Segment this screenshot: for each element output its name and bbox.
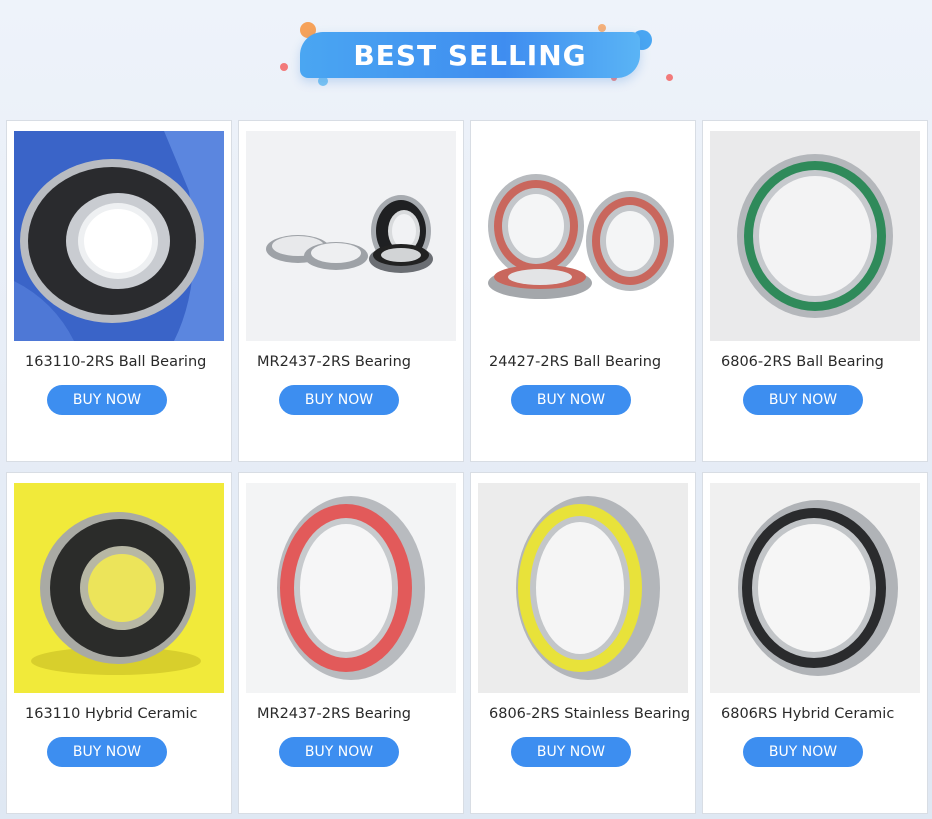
product-card[interactable]: 163110-2RS Ball Bearing BUY NOW — [6, 120, 232, 462]
product-image[interactable] — [478, 483, 688, 693]
hybrid-ceramic-bearing-icon — [14, 483, 224, 693]
ball-bearing-icon — [14, 131, 224, 341]
product-image[interactable] — [710, 483, 920, 693]
product-title[interactable]: MR2437-2RS Bearing — [257, 354, 462, 370]
black-seal-bearing-icon — [710, 483, 920, 693]
page-title: BEST SELLING — [353, 38, 587, 72]
product-image[interactable] — [14, 131, 224, 341]
product-card[interactable]: MR2437-2RS Bearing BUY NOW — [238, 472, 464, 814]
buy-now-button[interactable]: BUY NOW — [47, 385, 167, 415]
buy-now-button[interactable]: BUY NOW — [279, 737, 399, 767]
product-card[interactable]: 24427-2RS Ball Bearing BUY NOW — [470, 120, 696, 462]
product-title[interactable]: 6806-2RS Ball Bearing — [721, 354, 926, 370]
product-image[interactable] — [710, 131, 920, 341]
decor-dot — [598, 24, 606, 32]
product-card[interactable]: MR2437-2RS Bearing BUY NOW — [238, 120, 464, 462]
product-image[interactable] — [246, 131, 456, 341]
product-title[interactable]: 6806-2RS Stainless Bearing — [489, 706, 694, 722]
product-card[interactable]: 6806-2RS Ball Bearing BUY NOW — [702, 120, 928, 462]
decor-dot — [280, 63, 288, 71]
red-seal-bearings-icon — [478, 131, 688, 341]
product-title[interactable]: MR2437-2RS Bearing — [257, 706, 462, 722]
buy-now-button[interactable]: BUY NOW — [279, 385, 399, 415]
product-card[interactable]: 6806RS Hybrid Ceramic BUY NOW — [702, 472, 928, 814]
product-image[interactable] — [14, 483, 224, 693]
product-card[interactable]: 163110 Hybrid Ceramic BUY NOW — [6, 472, 232, 814]
product-title[interactable]: 163110-2RS Ball Bearing — [25, 354, 230, 370]
best-selling-banner: BEST SELLING — [300, 32, 640, 78]
bearings-group-icon — [246, 131, 456, 341]
buy-now-button[interactable]: BUY NOW — [511, 737, 631, 767]
buy-now-button[interactable]: BUY NOW — [511, 385, 631, 415]
product-image[interactable] — [246, 483, 456, 693]
buy-now-button[interactable]: BUY NOW — [47, 737, 167, 767]
green-seal-bearing-icon — [710, 131, 920, 341]
header: BEST SELLING — [0, 0, 932, 110]
product-title[interactable]: 6806RS Hybrid Ceramic — [721, 706, 926, 722]
product-title[interactable]: 163110 Hybrid Ceramic — [25, 706, 230, 722]
buy-now-button[interactable]: BUY NOW — [743, 737, 863, 767]
product-image[interactable] — [478, 131, 688, 341]
decor-dot — [666, 74, 673, 81]
buy-now-button[interactable]: BUY NOW — [743, 385, 863, 415]
red-seal-bearing-icon — [246, 483, 456, 693]
product-card[interactable]: 6806-2RS Stainless Bearing BUY NOW — [470, 472, 696, 814]
yellow-seal-bearing-icon — [478, 483, 688, 693]
product-title[interactable]: 24427-2RS Ball Bearing — [489, 354, 694, 370]
